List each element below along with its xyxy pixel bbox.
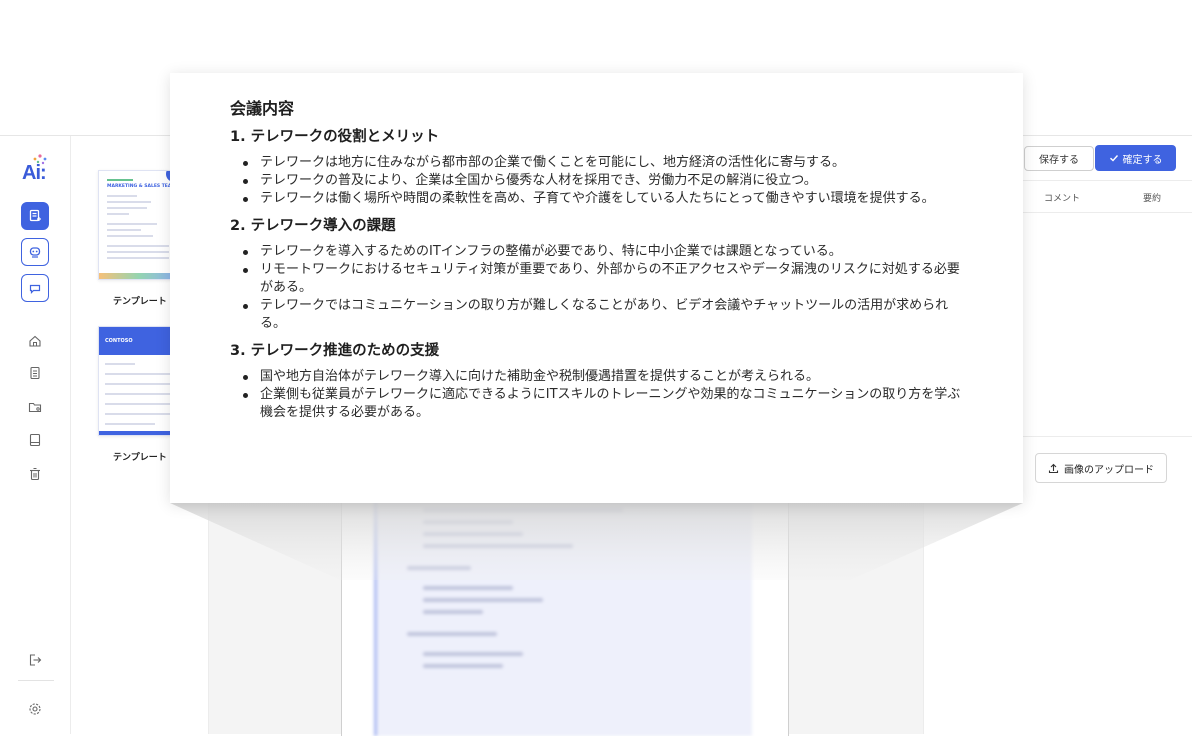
meeting-content-popup: 会議内容 1. テレワークの役割とメリット テレワークは地方に住みながら都市部の…	[170, 73, 1023, 503]
rail-assistant-button[interactable]	[21, 238, 49, 266]
logo-text: Ai:	[22, 162, 47, 184]
section-list: テレワークを導入するためのITインフラの整備が必要であり、特に中小企業では課題と…	[230, 243, 970, 333]
rail-document-button[interactable]	[21, 202, 49, 230]
section-list: 国や地方自治体がテレワーク導入に向けた補助金や税制優遇措置を提供することが考えら…	[230, 368, 970, 422]
column-summary: 要約	[1143, 194, 1162, 204]
settings-gear-icon[interactable]	[26, 700, 44, 718]
file-list-icon[interactable]	[26, 364, 44, 382]
list-item: テレワークは地方に住みながら都市部の企業で働くことを可能にし、地方経済の活性化に…	[230, 154, 970, 172]
popup-title: 会議内容	[230, 99, 295, 118]
left-rail: Ai:	[0, 136, 71, 734]
check-icon	[1109, 155, 1118, 162]
upload-icon	[1048, 463, 1059, 473]
list-item: テレワークは働く場所や時間の柔軟性を高め、子育てや介護をしている人たちにとって働…	[230, 190, 970, 208]
list-item: テレワークではコミュニケーションの取り方が難しくなることがあり、ビデオ会議やチャ…	[230, 297, 970, 333]
trash-icon[interactable]	[26, 465, 44, 483]
rail-divider	[18, 680, 54, 681]
thumbnail-header: MARKETING & SALES TEAM	[107, 184, 176, 189]
thumbnail-header: CONTOSO	[105, 338, 133, 344]
section-heading: 2. テレワーク導入の課題	[230, 218, 396, 234]
app-logo: Ai:	[22, 154, 52, 186]
folder-share-icon[interactable]	[26, 398, 44, 416]
template-thumbnail[interactable]: MARKETING & SALES TEAM	[98, 170, 178, 280]
list-item: 国や地方自治体がテレワーク導入に向けた補助金や税制優遇措置を提供することが考えら…	[230, 368, 970, 386]
column-comment: コメント	[1044, 194, 1081, 204]
section-heading: 1. テレワークの役割とメリット	[230, 129, 440, 145]
robot-icon	[29, 247, 41, 258]
book-icon[interactable]	[26, 431, 44, 449]
list-item: リモートワークにおけるセキュリティ対策が重要であり、外部からの不正アクセスやデー…	[230, 261, 970, 297]
confirm-button-label: 確定する	[1122, 154, 1163, 166]
list-item: 企業側も従業員がテレワークに適応できるようにITスキルのトレーニングや効果的なコ…	[230, 386, 970, 422]
confirm-button[interactable]: 確定する	[1095, 145, 1176, 171]
document-add-icon	[29, 209, 41, 222]
upload-button-label: 画像のアップロード	[1064, 464, 1154, 476]
popup-content: 会議内容 1. テレワークの役割とメリット テレワークは地方に住みながら都市部の…	[230, 95, 970, 422]
logout-icon[interactable]	[26, 651, 44, 669]
chat-icon	[29, 284, 41, 294]
save-button[interactable]: 保存する	[1024, 146, 1094, 171]
upload-image-button[interactable]: 画像のアップロード	[1035, 453, 1167, 483]
rail-chat-button[interactable]	[21, 274, 49, 302]
section-list: テレワークは地方に住みながら都市部の企業で働くことを可能にし、地方経済の活性化に…	[230, 154, 970, 208]
section-heading: 3. テレワーク推進のための支援	[230, 343, 440, 359]
template-thumbnail[interactable]: CONTOSO	[98, 326, 178, 436]
list-item: テレワークの普及により、企業は全国から優秀な人材を採用でき、労働力不足の解消に役…	[230, 172, 970, 190]
list-item: テレワークを導入するためのITインフラの整備が必要であり、特に中小企業では課題と…	[230, 243, 970, 261]
home-icon[interactable]	[26, 332, 44, 350]
